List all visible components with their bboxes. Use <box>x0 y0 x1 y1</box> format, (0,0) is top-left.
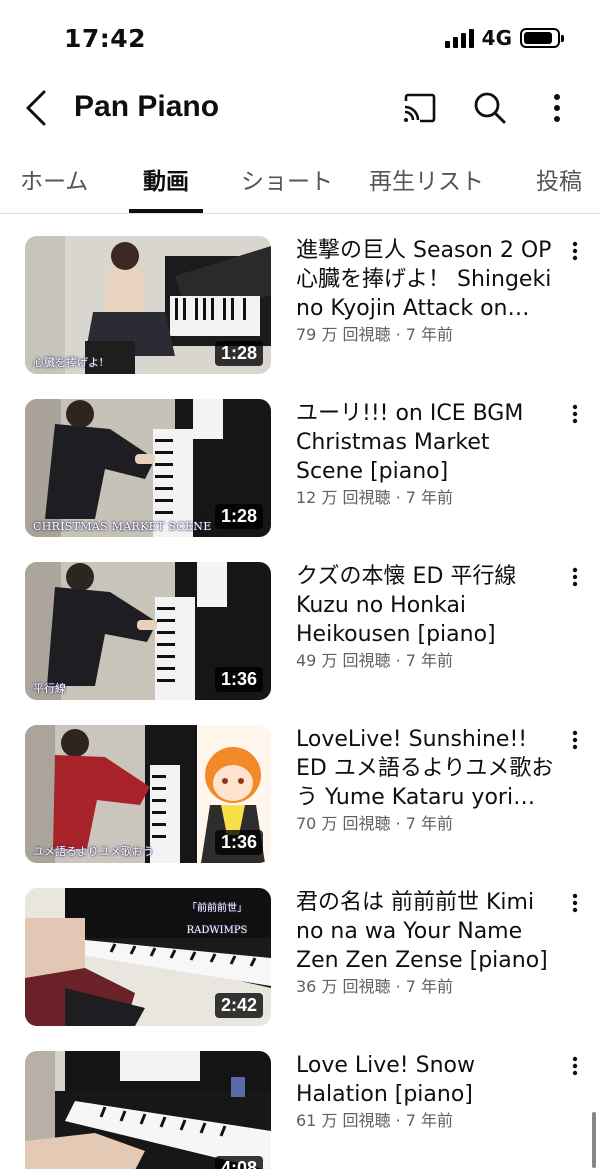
back-button[interactable] <box>18 86 58 130</box>
video-title[interactable]: ユーリ!!! on ICE BGM Christmas Market Scene… <box>296 399 560 486</box>
tab-posts[interactable]: 投稿 <box>536 162 582 196</box>
search-icon <box>474 92 506 124</box>
video-thumbnail[interactable]: 心臓を捧げよ! 1:28 <box>25 236 271 374</box>
video-duration: 2:42 <box>214 993 263 1018</box>
kebab-menu-icon <box>572 1056 578 1076</box>
video-meta: 12 万 回視聴 · 7 年前 <box>296 488 454 507</box>
battery-icon <box>520 28 564 48</box>
status-bar: 17:42 4G <box>0 0 600 78</box>
video-item[interactable]: 心臓を捧げよ! 1:28 進撃の巨人 Season 2 OP 心臓を捧げよ！ S… <box>0 236 600 376</box>
video-item[interactable]: 4:08 Love Live! Snow Halation [piano] 61… <box>0 1051 600 1169</box>
tab-playlists[interactable]: 再生リスト <box>369 162 484 196</box>
video-title[interactable]: 進撃の巨人 Season 2 OP 心臓を捧げよ！ Shingeki no Ky… <box>296 236 560 323</box>
video-meta: 49 万 回視聴 · 7 年前 <box>296 651 454 670</box>
video-more-button[interactable] <box>562 562 588 592</box>
thumbnail-caption: CHRISTMAS MARKET SCENE <box>33 520 212 533</box>
video-title[interactable]: LoveLive! Sunshine!! ED ユメ語るよりユメ歌おう Yume… <box>296 725 560 812</box>
tab-shorts[interactable]: ショート <box>241 162 333 196</box>
video-meta: 70 万 回視聴 · 7 年前 <box>296 814 454 833</box>
video-more-button[interactable] <box>562 888 588 918</box>
cast-button[interactable] <box>398 86 442 130</box>
kebab-menu-icon <box>572 730 578 750</box>
video-duration: 1:36 <box>214 830 263 855</box>
video-meta: 36 万 回視聴 · 7 年前 <box>296 977 454 996</box>
video-thumbnail[interactable]: ユメ語るよりユメ歌おう 1:36 <box>25 725 271 863</box>
signal-icon <box>444 28 474 48</box>
thumbnail-caption: 「前前前世」 RADWIMPS <box>186 903 248 936</box>
video-item[interactable]: CHRISTMAS MARKET SCENE 1:28 ユーリ!!! on IC… <box>0 399 600 539</box>
back-arrow-icon <box>26 90 46 126</box>
video-thumbnail[interactable]: 「前前前世」 RADWIMPS 2:42 <box>25 888 271 1026</box>
video-item[interactable]: ユメ語るよりユメ歌おう 1:36 LoveLive! Sunshine!! ED… <box>0 725 600 865</box>
video-more-button[interactable] <box>562 399 588 429</box>
video-duration: 1:28 <box>214 341 263 366</box>
channel-title: Pan Piano <box>74 90 220 123</box>
video-title[interactable]: クズの本懐 ED 平行線 Kuzu no Honkai Heikousen [p… <box>296 562 560 649</box>
video-meta: 79 万 回視聴 · 7 年前 <box>296 325 454 344</box>
video-meta: 61 万 回視聴 · 7 年前 <box>296 1111 454 1130</box>
more-options-button[interactable] <box>535 86 579 130</box>
kebab-menu-icon <box>572 404 578 424</box>
active-tab-indicator <box>129 209 203 213</box>
channel-tabs: ホーム 動画 ショート 再生リスト 投稿 <box>0 140 600 214</box>
video-duration: 1:28 <box>214 504 263 529</box>
status-indicators: 4G <box>444 26 564 50</box>
tab-videos[interactable]: 動画 <box>143 162 189 196</box>
video-item[interactable]: 平行線 1:36 クズの本懐 ED 平行線 Kuzu no Honkai Hei… <box>0 562 600 702</box>
video-item[interactable]: 「前前前世」 RADWIMPS 2:42 君の名は 前前前世 Kimi no n… <box>0 888 600 1028</box>
video-more-button[interactable] <box>562 725 588 755</box>
scrollbar[interactable] <box>592 1112 596 1168</box>
video-thumbnail[interactable]: CHRISTMAS MARKET SCENE 1:28 <box>25 399 271 537</box>
video-title[interactable]: Love Live! Snow Halation [piano] <box>296 1051 560 1109</box>
kebab-menu-icon <box>572 241 578 261</box>
tab-home[interactable]: ホーム <box>20 162 88 196</box>
thumbnail-caption: ユメ語るよりユメ歌おう <box>33 845 154 858</box>
video-duration: 4:08 <box>214 1156 263 1169</box>
kebab-menu-icon <box>572 893 578 913</box>
video-duration: 1:36 <box>214 667 263 692</box>
search-button[interactable] <box>468 86 512 130</box>
kebab-menu-icon <box>572 567 578 587</box>
channel-header: Pan Piano <box>0 78 600 140</box>
video-thumbnail[interactable]: 平行線 1:36 <box>25 562 271 700</box>
video-title[interactable]: 君の名は 前前前世 Kimi no na wa Your Name Zen Ze… <box>296 888 560 975</box>
video-more-button[interactable] <box>562 1051 588 1081</box>
network-type: 4G <box>481 26 512 50</box>
thumbnail-caption: 心臓を捧げよ! <box>33 356 104 369</box>
cast-icon <box>404 93 436 123</box>
status-time: 17:42 <box>64 24 147 53</box>
thumbnail-caption: 平行線 <box>33 682 66 695</box>
video-more-button[interactable] <box>562 236 588 266</box>
kebab-menu-icon <box>554 94 560 122</box>
video-thumbnail[interactable]: 4:08 <box>25 1051 271 1169</box>
